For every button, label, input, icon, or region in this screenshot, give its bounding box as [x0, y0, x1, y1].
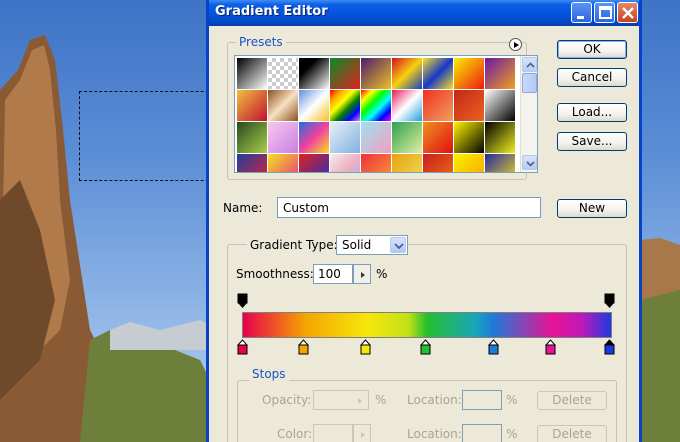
preset-swatch[interactable] [299, 58, 330, 89]
preset-swatch[interactable] [268, 154, 299, 172]
preset-swatch[interactable] [392, 58, 423, 89]
presets-swatch-list[interactable] [234, 55, 538, 173]
opacity-unit: % [375, 393, 387, 407]
color-stop[interactable] [604, 339, 616, 356]
color-location-unit: % [506, 427, 518, 441]
preset-swatch[interactable] [299, 122, 330, 153]
maximize-button[interactable] [594, 2, 615, 23]
load-button[interactable]: Load... [557, 103, 627, 122]
opacity-location-unit: % [506, 393, 518, 407]
color-stop[interactable] [488, 339, 500, 356]
chevron-down-icon [394, 243, 404, 250]
gradient-preview-bar[interactable] [242, 312, 612, 338]
title-bar[interactable]: Gradient Editor [209, 0, 639, 26]
preset-swatch[interactable] [237, 154, 268, 172]
stops-label: Stops [249, 367, 289, 381]
preset-swatch[interactable] [454, 154, 485, 172]
preset-swatch[interactable] [299, 154, 330, 172]
name-label: Name: [223, 201, 263, 215]
preset-swatch[interactable] [330, 154, 361, 172]
opacity-label: Opacity: [262, 393, 312, 407]
close-button[interactable] [617, 2, 638, 23]
preset-swatch[interactable] [361, 154, 392, 172]
scroll-down-button[interactable] [522, 155, 537, 170]
minimize-button[interactable] [571, 2, 592, 23]
chevron-down-icon [526, 161, 535, 167]
play-arrow-icon [361, 432, 365, 438]
smoothness-label: Smoothness: [236, 267, 314, 281]
color-stop[interactable] [545, 339, 557, 356]
scroll-up-button[interactable] [522, 57, 537, 72]
preset-swatch[interactable] [485, 58, 516, 89]
preset-swatch[interactable] [423, 154, 454, 172]
cancel-button[interactable]: Cancel [557, 68, 627, 87]
play-arrow-icon [361, 272, 365, 278]
minimize-icon [577, 16, 584, 19]
preset-swatch[interactable] [454, 90, 485, 121]
smoothness-unit: % [376, 267, 388, 281]
opacity-stop-right[interactable] [604, 293, 616, 310]
close-icon [622, 7, 634, 19]
preset-swatch[interactable] [361, 122, 392, 153]
play-arrow-icon [514, 42, 519, 48]
scroll-thumb[interactable] [522, 73, 537, 93]
color-label: Color: [277, 427, 313, 441]
color-delete-button[interactable]: Delete [537, 425, 607, 442]
preset-swatch[interactable] [392, 90, 423, 121]
preset-swatch[interactable] [423, 58, 454, 89]
opacity-delete-button[interactable]: Delete [537, 391, 607, 410]
preset-swatch[interactable] [268, 122, 299, 153]
color-swatch[interactable] [313, 424, 353, 442]
color-location-label: Location: [407, 427, 462, 441]
preset-swatch[interactable] [237, 122, 268, 153]
color-stop[interactable] [360, 339, 372, 356]
preset-swatch[interactable] [268, 58, 299, 89]
preset-swatch[interactable] [361, 90, 392, 121]
color-stop[interactable] [298, 339, 310, 356]
gradient-type-select[interactable]: Solid [336, 235, 408, 255]
gradient-type-value: Solid [342, 238, 372, 252]
preset-swatch[interactable] [330, 58, 361, 89]
preset-swatch[interactable] [237, 58, 268, 89]
color-stop[interactable] [237, 339, 249, 356]
gradient-editor-dialog: Gradient Editor Presets OK Cancel Load..… [206, 0, 642, 442]
opacity-location-label: Location: [407, 393, 462, 407]
color-menu-button[interactable] [353, 424, 371, 442]
new-button[interactable]: New [557, 199, 627, 218]
preset-swatch[interactable] [392, 122, 423, 153]
opacity-input[interactable] [313, 390, 369, 410]
color-stop[interactable] [420, 339, 432, 356]
chevron-up-icon [526, 62, 535, 68]
preset-swatch[interactable] [485, 154, 516, 172]
presets-label: Presets [236, 35, 286, 49]
smoothness-slider-button[interactable] [353, 264, 371, 284]
preset-swatch[interactable] [330, 90, 361, 121]
opacity-stop-left[interactable] [237, 293, 249, 310]
smoothness-input[interactable] [313, 264, 353, 284]
preset-swatch[interactable] [485, 90, 516, 121]
presets-scrollbar[interactable] [520, 56, 537, 172]
preset-swatch[interactable] [423, 90, 454, 121]
preset-swatch[interactable] [361, 58, 392, 89]
dropdown-button[interactable] [390, 237, 406, 253]
preset-swatch[interactable] [454, 58, 485, 89]
save-button[interactable]: Save... [557, 132, 627, 151]
preset-swatch[interactable] [485, 122, 516, 153]
name-input[interactable] [277, 197, 541, 218]
preset-swatch[interactable] [299, 90, 330, 121]
opacity-location-input[interactable] [462, 390, 502, 410]
play-arrow-icon [358, 398, 362, 404]
preset-swatch[interactable] [423, 122, 454, 153]
maximize-icon [599, 6, 612, 19]
preset-swatch[interactable] [454, 122, 485, 153]
dialog-title: Gradient Editor [215, 4, 328, 19]
presets-menu-button[interactable] [509, 38, 522, 51]
color-location-input[interactable] [462, 424, 502, 442]
preset-swatch[interactable] [392, 154, 423, 172]
preset-swatch[interactable] [330, 122, 361, 153]
gradient-type-label: Gradient Type: [247, 238, 341, 252]
ok-button[interactable]: OK [557, 40, 627, 59]
preset-swatch[interactable] [237, 90, 268, 121]
preset-swatch[interactable] [268, 90, 299, 121]
